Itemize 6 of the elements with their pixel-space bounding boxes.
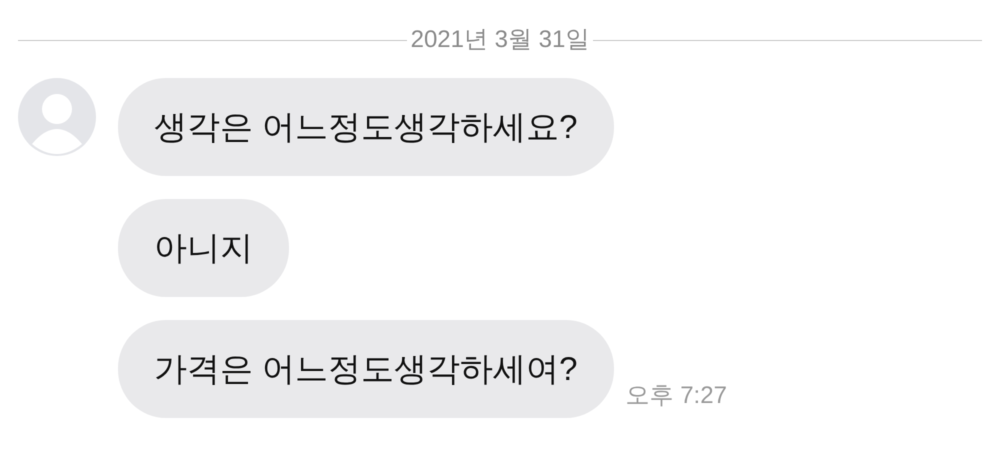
message-bubble: 아니지 — [118, 199, 289, 297]
date-divider: 2021년 3월 31일 — [410, 25, 590, 55]
avatar-icon — [18, 78, 96, 156]
message-time: 오후 7:27 — [626, 381, 727, 411]
message-bubble: 가격은 어느정도생각하세여? — [118, 320, 614, 418]
message-bubble: 생각은 어느정도생각하세요? — [118, 78, 614, 176]
